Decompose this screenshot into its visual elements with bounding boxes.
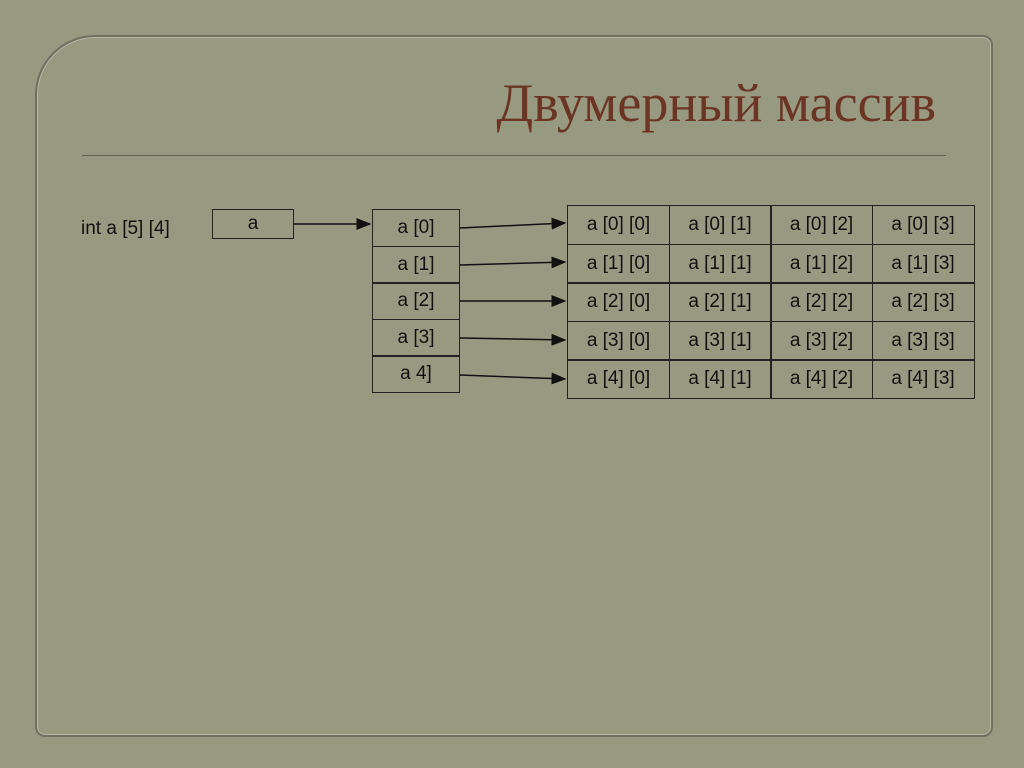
arrow-icon [460, 262, 565, 265]
grid-cell: a [1] [2] [770, 244, 873, 284]
array-declaration: int a [5] [4] [81, 218, 170, 240]
grid-cell: a [3] [2] [770, 321, 873, 361]
pointer-cell: a [0] [372, 209, 460, 247]
root-array-box: a [212, 209, 294, 239]
grid-row: a [0] [0] a [0] [1] a [0] [2] a [0] [3] [567, 205, 973, 244]
grid-row: a [1] [0] a [1] [1] a [1] [2] a [1] [3] [567, 244, 973, 283]
grid-cell: a [3] [0] [567, 321, 670, 361]
pointer-column: a [0] a [1] a [2] a [3] a 4] [372, 209, 460, 392]
pointer-cell: a [2] [372, 282, 460, 320]
grid-cell: a [4] [0] [567, 359, 670, 399]
data-grid: a [0] [0] a [0] [1] a [0] [2] a [0] [3] … [567, 205, 973, 398]
grid-row: a [4] [0] a [4] [1] a [4] [2] a [4] [3] [567, 359, 973, 398]
arrow-icon [460, 375, 565, 379]
grid-cell: a [0] [2] [770, 205, 873, 245]
grid-cell: a [2] [3] [872, 282, 975, 322]
grid-cell: a [3] [1] [669, 321, 772, 361]
grid-cell: a [0] [3] [872, 205, 975, 245]
grid-row: a [3] [0] a [3] [1] a [3] [2] a [3] [3] [567, 321, 973, 360]
grid-cell: a [0] [0] [567, 205, 670, 245]
grid-cell: a [4] [2] [770, 359, 873, 399]
slide-title: Двумерный массив [496, 72, 936, 134]
slide-panel: Двумерный массив int a [5] [4] a a [0] a… [35, 35, 993, 737]
grid-cell: a [1] [0] [567, 244, 670, 284]
grid-cell: a [4] [3] [872, 359, 975, 399]
slide: Двумерный массив int a [5] [4] a a [0] a… [0, 0, 1024, 768]
grid-row: a [2] [0] a [2] [1] a [2] [2] a [2] [3] [567, 282, 973, 321]
pointer-cell: a 4] [372, 355, 460, 393]
grid-cell: a [1] [1] [669, 244, 772, 284]
title-underline [82, 155, 946, 156]
grid-cell: a [4] [1] [669, 359, 772, 399]
grid-cell: a [2] [0] [567, 282, 670, 322]
grid-cell: a [2] [1] [669, 282, 772, 322]
grid-cell: a [3] [3] [872, 321, 975, 361]
pointer-cell: a [3] [372, 319, 460, 357]
grid-cell: a [1] [3] [872, 244, 975, 284]
grid-cell: a [2] [2] [770, 282, 873, 322]
pointer-cell: a [1] [372, 246, 460, 284]
arrow-icon [460, 338, 565, 340]
grid-cell: a [0] [1] [669, 205, 772, 245]
arrow-icon [460, 223, 565, 228]
